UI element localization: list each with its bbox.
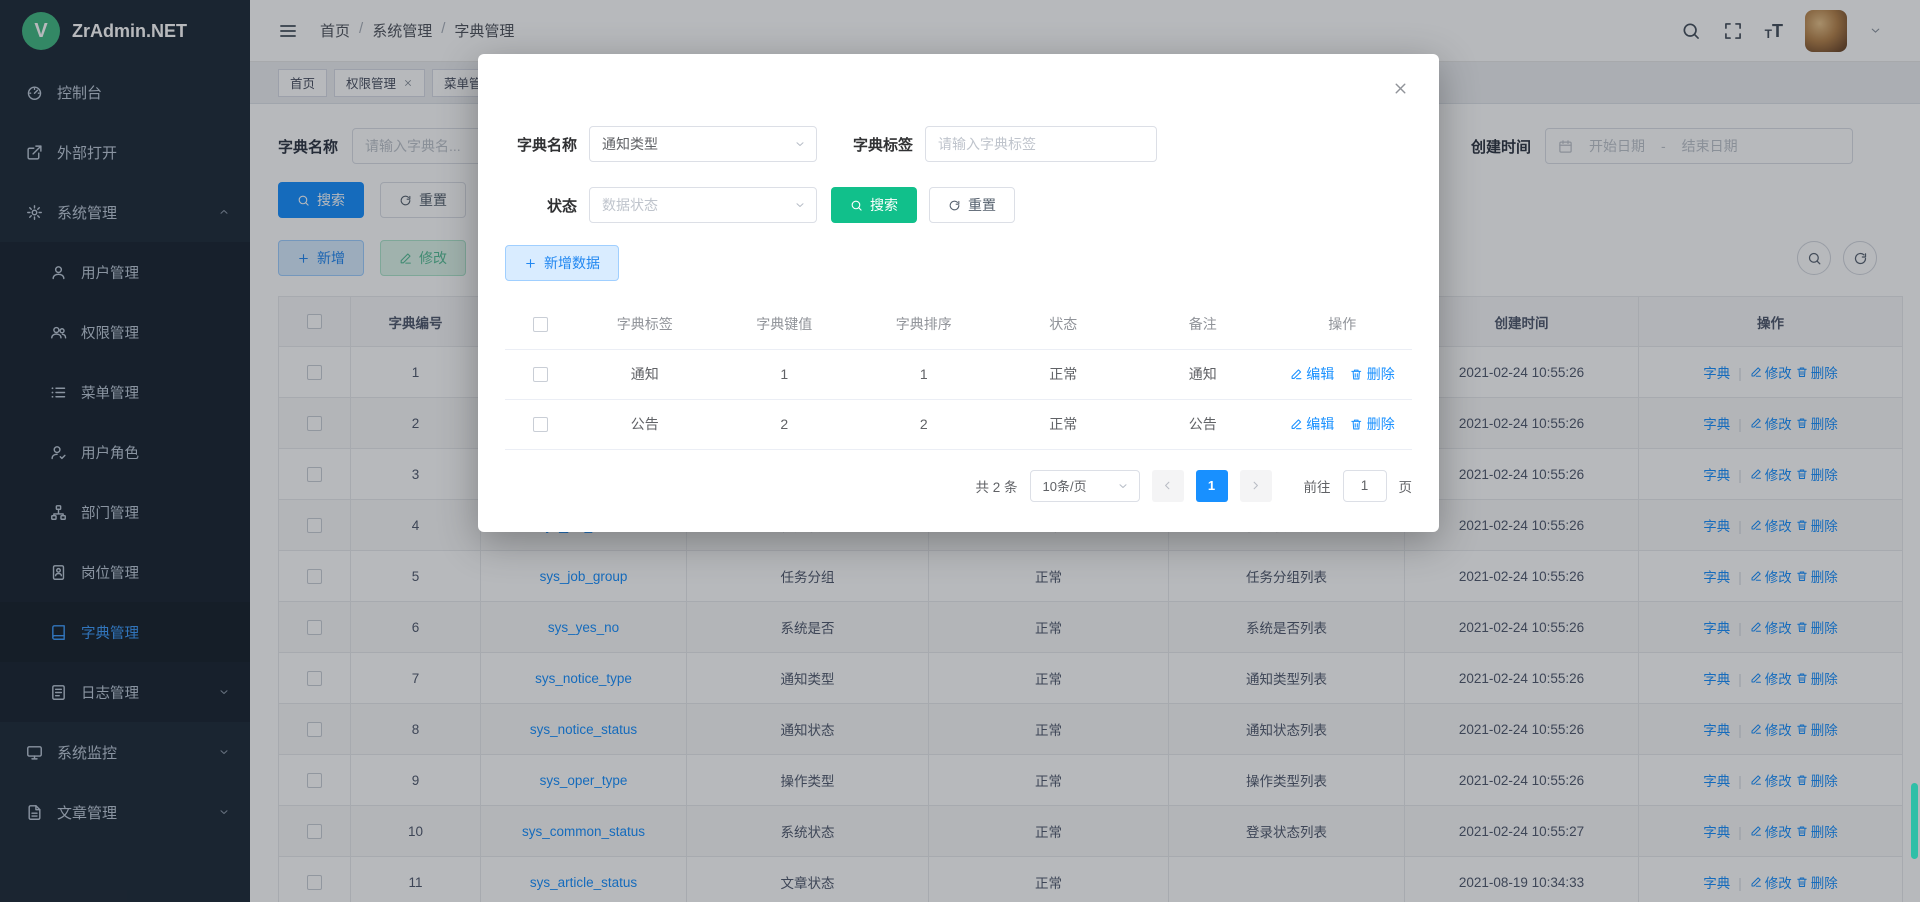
cell-actions: 编辑删除 — [1273, 399, 1413, 449]
modal-dict-label-label: 字典标签 — [853, 134, 913, 155]
cell-status: 正常 — [994, 349, 1134, 399]
dict-label-placeholder: 请输入字典标签 — [938, 134, 1036, 154]
chevron-left-icon — [1161, 479, 1174, 492]
modal-col-header: 字典排序 — [854, 299, 994, 349]
pagination-total: 共 2 条 — [975, 476, 1017, 496]
add-data-button[interactable]: 新增数据 — [505, 245, 619, 281]
goto-label: 前往 — [1304, 476, 1331, 496]
select-all-checkbox[interactable] — [533, 317, 548, 332]
cell-actions: 编辑删除 — [1273, 349, 1413, 399]
status-select-placeholder: 数据状态 — [602, 195, 658, 215]
delete-icon — [1350, 418, 1363, 431]
modal-form-row-2: 状态 数据状态 搜索 重置 — [505, 187, 1412, 223]
modal-table-header-row: 字典标签字典键值字典排序状态备注操作 — [505, 299, 1412, 349]
dict-name-select[interactable]: 通知类型 — [589, 126, 817, 162]
row-edit-link[interactable]: 编辑 — [1290, 414, 1335, 434]
modal-col-header: 操作 — [1273, 299, 1413, 349]
chevron-down-icon — [794, 199, 806, 211]
row-delete-link[interactable]: 删除 — [1350, 414, 1395, 434]
modal-col-header: 备注 — [1133, 299, 1273, 349]
cell-value: 2 — [715, 399, 855, 449]
row-edit-link[interactable]: 编辑 — [1290, 364, 1335, 384]
scrollbar[interactable] — [1911, 783, 1918, 859]
page-1-button[interactable]: 1 — [1196, 470, 1228, 502]
plus-icon — [524, 257, 537, 270]
cell-status: 正常 — [994, 399, 1134, 449]
modal-search-button[interactable]: 搜索 — [831, 187, 917, 223]
cell-remark: 通知 — [1133, 349, 1273, 399]
cell-sort: 1 — [854, 349, 994, 399]
modal-col-header: 状态 — [994, 299, 1134, 349]
modal-col-header: 字典键值 — [715, 299, 855, 349]
modal-form-row-1: 字典名称 通知类型 字典标签 请输入字典标签 — [505, 126, 1412, 162]
status-select[interactable]: 数据状态 — [589, 187, 817, 223]
modal-col-header: 字典标签 — [575, 299, 715, 349]
page-size-value: 10条/页 — [1043, 476, 1087, 495]
pagination: 共 2 条 10条/页 1 前往 1 页 — [505, 470, 1412, 502]
dict-label-input[interactable]: 请输入字典标签 — [925, 126, 1157, 162]
chevron-down-icon — [794, 138, 806, 150]
modal-table-row: 公告22正常公告编辑删除 — [505, 399, 1412, 449]
modal-table-row: 通知11正常通知编辑删除 — [505, 349, 1412, 399]
cell-sort: 2 — [854, 399, 994, 449]
page-unit-label: 页 — [1399, 476, 1413, 496]
modal-toolbar-row: 新增数据 — [505, 245, 1412, 281]
next-page-button[interactable] — [1240, 470, 1272, 502]
cell-label: 公告 — [575, 399, 715, 449]
refresh-icon — [948, 199, 961, 212]
search-icon — [850, 199, 863, 212]
dict-data-table: 字典标签字典键值字典排序状态备注操作 通知11正常通知编辑删除公告22正常公告编… — [505, 299, 1412, 450]
prev-page-button[interactable] — [1152, 470, 1184, 502]
cell-label: 通知 — [575, 349, 715, 399]
chevron-right-icon — [1249, 479, 1262, 492]
chevron-down-icon — [1117, 480, 1129, 492]
dict-name-select-value: 通知类型 — [602, 134, 658, 154]
dict-data-modal: 字典名称 通知类型 字典标签 请输入字典标签 状态 数据状态 搜索 重置 新增数… — [478, 54, 1439, 532]
page-size-select[interactable]: 10条/页 — [1030, 470, 1140, 502]
goto-page-input[interactable]: 1 — [1343, 470, 1387, 502]
delete-icon — [1350, 368, 1363, 381]
edit-icon — [1290, 368, 1303, 381]
close-icon[interactable] — [1392, 80, 1409, 97]
row-checkbox[interactable] — [533, 367, 548, 382]
row-checkbox[interactable] — [533, 417, 548, 432]
cell-value: 1 — [715, 349, 855, 399]
edit-icon — [1290, 418, 1303, 431]
cell-remark: 公告 — [1133, 399, 1273, 449]
row-delete-link[interactable]: 删除 — [1350, 364, 1395, 384]
modal-reset-button[interactable]: 重置 — [929, 187, 1015, 223]
modal-status-label: 状态 — [505, 195, 577, 216]
modal-dict-name-label: 字典名称 — [505, 134, 577, 155]
